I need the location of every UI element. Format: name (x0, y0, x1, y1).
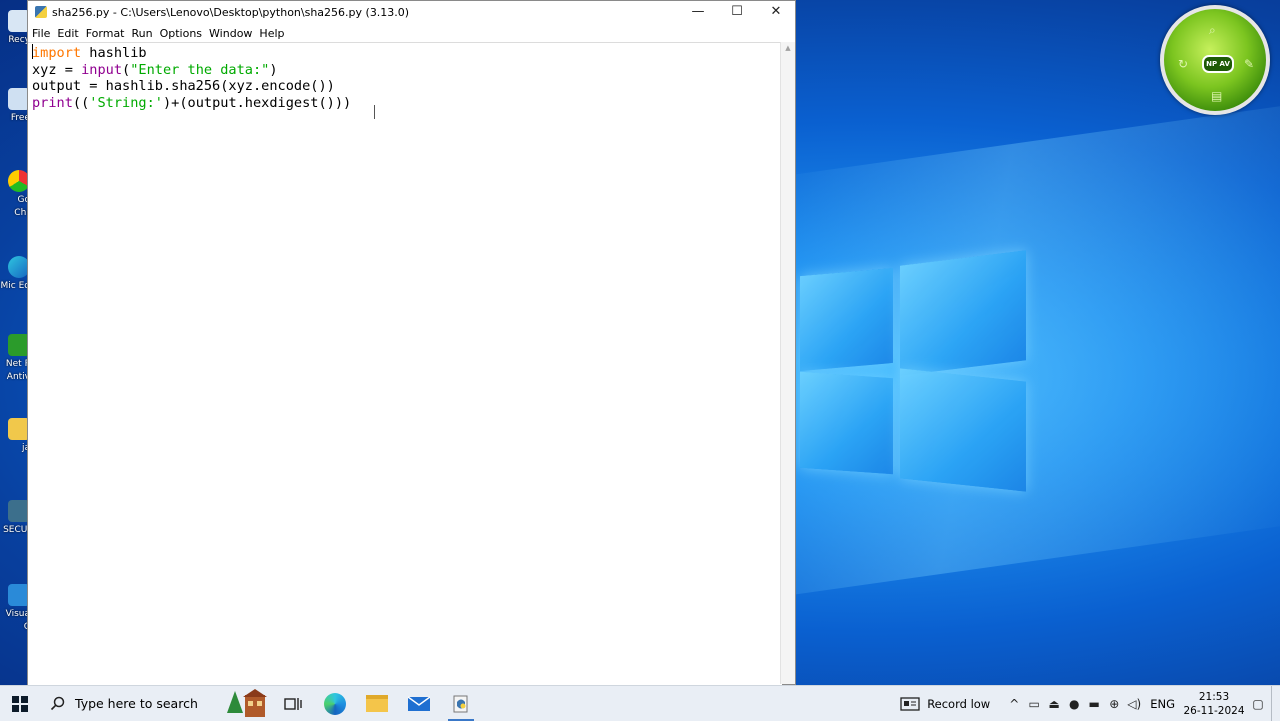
folder-icon (366, 695, 388, 712)
taskbar-edge[interactable] (314, 686, 356, 721)
maximize-button[interactable]: ☐ (717, 1, 757, 23)
minimize-button[interactable]: — (678, 1, 718, 23)
code-token: (( (72, 95, 90, 112)
notifications-icon[interactable]: ▢ (1245, 697, 1271, 711)
record-low-label: Record low (927, 696, 991, 711)
desktop-icon-recycle-bin[interactable]: Recy (0, 10, 30, 47)
system-tray: Record low ^ ▭ ⏏ ● ▬ ⊕ ◁) ENG 21:53 26-1… (900, 686, 1280, 721)
window-title: sha256.py - C:\Users\Lenovo\Desktop\pyth… (52, 5, 410, 19)
task-view-icon (284, 697, 302, 710)
search-placeholder: Type here to search (75, 696, 198, 711)
menu-file[interactable]: File (32, 23, 55, 42)
menu-format[interactable]: Format (86, 23, 130, 42)
code-token: ) (269, 61, 278, 78)
menu-options[interactable]: Options (160, 23, 207, 42)
volume-icon[interactable]: ◁) (1124, 697, 1144, 711)
desktop-icon-netprotector[interactable]: Net P Antiv (0, 334, 30, 384)
mail-icon (408, 695, 430, 711)
taskbar-weather-tree[interactable] (222, 686, 272, 721)
start-button[interactable] (0, 686, 40, 721)
antivirus-gadget[interactable]: ⌕ ↻ ✎ ▤ NP AV (1160, 5, 1270, 115)
battery-icon[interactable]: ▬ (1084, 697, 1104, 711)
desktop-icon-folder[interactable]: ja (0, 418, 30, 455)
refresh-icon[interactable]: ↻ (1178, 57, 1188, 71)
menu-run[interactable]: Run (132, 23, 158, 42)
vertical-scrollbar[interactable]: ▲ (780, 42, 795, 684)
taskbar-file-explorer[interactable] (356, 686, 398, 721)
code-token: "Enter the data:" (130, 61, 270, 78)
windows-logo-pane (800, 371, 893, 475)
microphone-icon[interactable]: ● (1064, 697, 1084, 711)
windows-logo-pane (800, 267, 893, 372)
code-token: output = hashlib.sha256(xyz.encode()) (32, 78, 335, 95)
code-line[interactable]: output = hashlib.sha256(xyz.encode()) (32, 78, 351, 95)
close-button[interactable]: ✕ (756, 1, 796, 23)
code-line[interactable]: import hashlib (32, 44, 351, 62)
desktop-icon-edge[interactable]: Mic Ed (0, 256, 30, 293)
menu-help[interactable]: Help (259, 23, 289, 42)
code-text[interactable]: import hashlib xyz = input("Enter the dat… (32, 44, 351, 112)
code-token: print (32, 95, 73, 112)
desktop-icon-chrome[interactable]: Go Chr (0, 170, 30, 220)
search-icon (50, 696, 65, 710)
language-indicator[interactable]: ENG (1150, 697, 1175, 711)
taskbar: Type here to search Record low ^ ▭ ⏏ ● ▬… (0, 685, 1280, 721)
desktop-icon-secure[interactable]: SECUI (0, 500, 30, 537)
antivirus-badge: NP AV (1202, 55, 1234, 73)
code-token: xyz = (32, 61, 82, 78)
newspaper-icon (900, 696, 920, 711)
task-view-button[interactable] (272, 686, 314, 721)
windows-logo-pane (900, 368, 1026, 492)
code-token: ( (122, 61, 131, 78)
code-token: )+(output.hexdigest())) (162, 95, 352, 112)
code-token: 'String:' (89, 95, 163, 112)
python-idle-icon (453, 695, 468, 712)
code-line[interactable]: print(('String:')+(output.hexdigest())) (32, 95, 351, 112)
taskbar-mail[interactable] (398, 686, 440, 721)
menu-window[interactable]: Window (209, 23, 257, 42)
network-globe-icon[interactable]: ⊕ (1104, 697, 1124, 711)
clock[interactable]: 21:53 26-11-2024 (1183, 690, 1245, 718)
code-token: import (32, 45, 82, 61)
taskbar-python-idle[interactable] (440, 686, 482, 721)
windows-logo-pane (900, 250, 1026, 376)
show-desktop-button[interactable] (1271, 686, 1280, 721)
code-token: hashlib (81, 45, 147, 61)
clock-date: 26-11-2024 (1183, 704, 1245, 717)
chevron-up-icon[interactable]: ^ (1004, 697, 1024, 711)
text-cursor-ibeam (374, 105, 375, 119)
python-icon (35, 6, 47, 18)
desktop-icon-visual-studio[interactable]: Visua C (0, 584, 30, 634)
clock-time: 21:53 (1198, 690, 1230, 703)
code-editor[interactable]: import hashlib xyz = input("Enter the dat… (28, 42, 782, 685)
menu-bar: File Edit Format Run Options Window Help (28, 23, 795, 42)
christmas-tree-icon (227, 688, 267, 717)
search-icon[interactable]: ⌕ (1209, 23, 1216, 38)
menu-edit[interactable]: Edit (57, 23, 83, 42)
idle-editor-window: sha256.py - C:\Users\Lenovo\Desktop\pyth… (27, 0, 796, 685)
windows-icon (12, 695, 28, 712)
report-icon[interactable]: ▤ (1211, 89, 1222, 103)
tools-icon[interactable]: ✎ (1244, 57, 1254, 71)
usb-icon[interactable]: ⏏ (1044, 697, 1064, 711)
edge-icon (324, 692, 346, 715)
code-line[interactable]: xyz = input("Enter the data:") (32, 62, 351, 79)
desktop-icon-free[interactable]: Free (0, 88, 30, 125)
taskbar-search-box[interactable]: Type here to search (40, 686, 222, 721)
monitor-icon[interactable]: ▭ (1024, 697, 1044, 711)
scroll-up-icon[interactable]: ▲ (781, 44, 795, 52)
record-low-widget[interactable]: Record low (900, 697, 990, 711)
code-token: input (81, 61, 123, 78)
